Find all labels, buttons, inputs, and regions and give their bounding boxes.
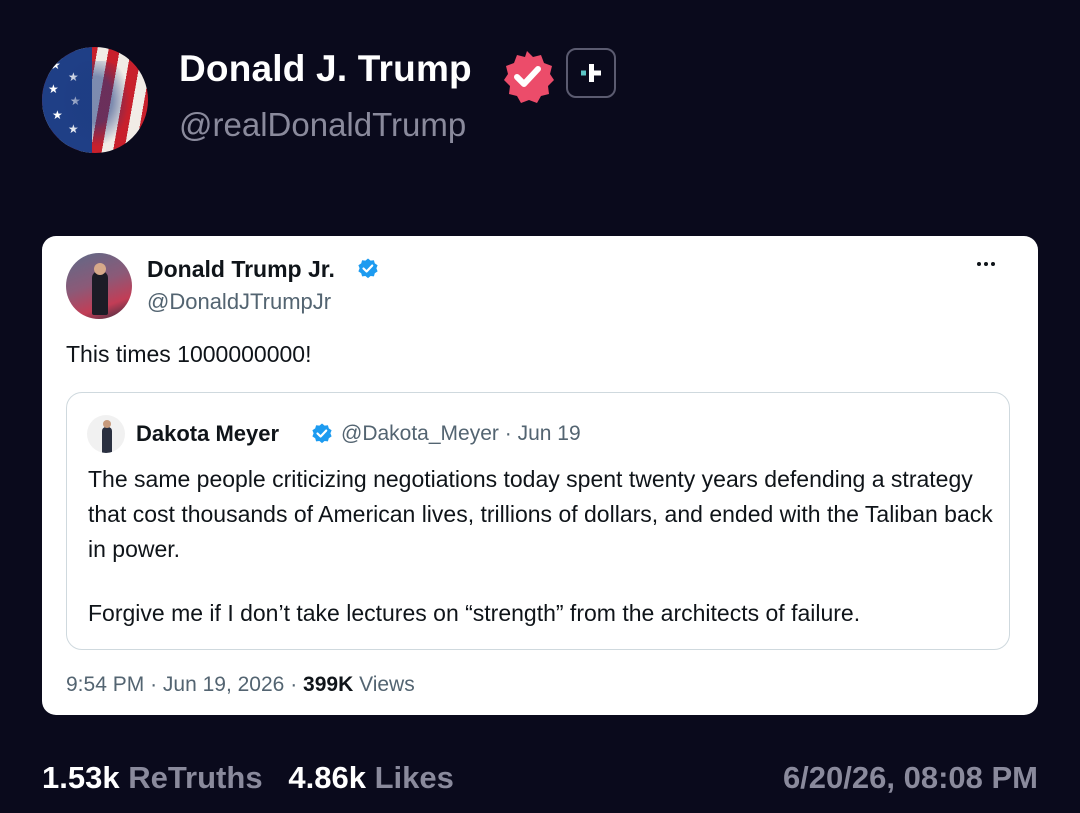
likes-link[interactable]: 4.86k Likes [288, 760, 453, 795]
meta-separator: · [504, 422, 512, 445]
quoted-paragraph-1: The same people criticizing negotiations… [88, 466, 993, 562]
avatar-figure [92, 271, 108, 315]
embedded-author-handle[interactable]: @DonaldJTrumpJr [147, 289, 331, 315]
quoted-paragraph-2: Forgive me if I don’t take lectures on “… [88, 600, 861, 626]
quoted-date[interactable]: Jun 19 [518, 422, 581, 445]
retruths-link[interactable]: 1.53k ReTruths [42, 760, 271, 795]
avatar-face [60, 61, 130, 147]
svg-text:★: ★ [50, 58, 61, 72]
verified-check-icon [312, 423, 332, 444]
meta-separator: · [150, 673, 158, 696]
embedded-tweet-timestamp: 9:54 PM · Jun 19, 2026 · 399K Views [66, 673, 415, 697]
likes-label: Likes [374, 760, 454, 795]
meta-separator: · [290, 673, 298, 696]
quoted-author-handle[interactable]: @Dakota_Meyer [341, 422, 499, 445]
more-dots-icon [977, 262, 981, 266]
avatar-figure [102, 427, 112, 453]
embedded-tweet-text: This times 1000000000! [66, 341, 312, 367]
tweet-date[interactable]: Jun 19, 2026 [163, 673, 284, 696]
author-avatar[interactable]: ★ ★ ★ ★ ★ ★ [42, 47, 148, 153]
truth-post: ★ ★ ★ ★ ★ ★ Donald J. Trump @realDonaldT… [0, 0, 1080, 813]
embedded-author-name[interactable]: Donald Trump Jr. [147, 256, 335, 283]
author-handle[interactable]: @realDonaldTrump [179, 106, 466, 144]
views-count: 399K [303, 673, 354, 696]
svg-text:★: ★ [48, 82, 59, 96]
likes-count: 4.86k [288, 760, 366, 795]
follow-button[interactable] [566, 48, 616, 98]
verified-badge-icon [504, 51, 554, 103]
embedded-tweet-card[interactable]: Donald Trump Jr. @DonaldJTrumpJr This ti… [42, 236, 1038, 715]
post-stats: 1.53k ReTruths 4.86k Likes [42, 760, 454, 796]
plus-icon [581, 64, 601, 82]
more-options-button[interactable] [970, 252, 1002, 276]
avatar-head [94, 263, 106, 275]
quoted-author-name[interactable]: Dakota Meyer [136, 421, 279, 447]
avatar-head [103, 420, 111, 428]
embedded-author-avatar[interactable] [66, 253, 132, 319]
quoted-tweet-body: The same people criticizing negotiations… [88, 462, 998, 631]
quoted-tweet[interactable]: Dakota Meyer @Dakota_Meyer · Jun 19 The … [66, 392, 1010, 650]
views-label: Views [359, 673, 415, 696]
author-name[interactable]: Donald J. Trump [179, 48, 472, 90]
tweet-time[interactable]: 9:54 PM [66, 673, 144, 696]
retruths-count: 1.53k [42, 760, 120, 795]
quoted-meta: @Dakota_Meyer · Jun 19 [341, 422, 581, 446]
quoted-author-avatar[interactable] [87, 415, 125, 453]
verified-check-icon [358, 258, 378, 279]
post-timestamp[interactable]: 6/20/26, 08:08 PM [783, 760, 1038, 796]
retruths-label: ReTruths [128, 760, 263, 795]
